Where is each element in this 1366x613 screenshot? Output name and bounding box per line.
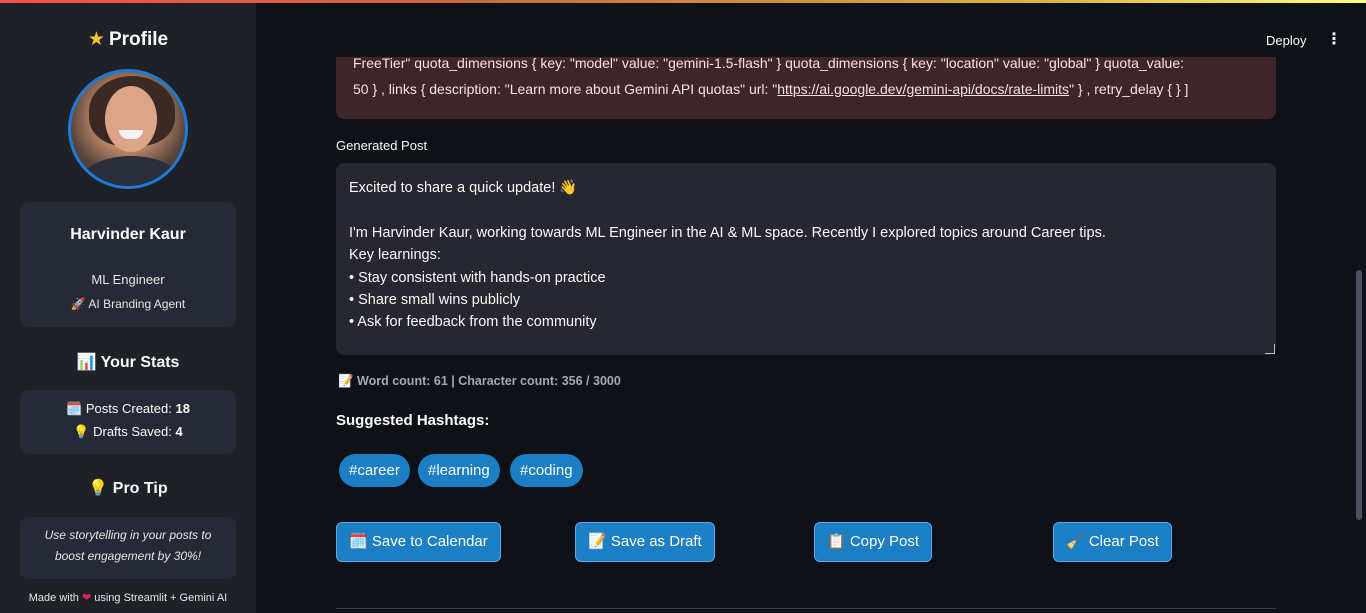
profile-role: ML Engineer: [91, 272, 165, 287]
avatar: [68, 69, 188, 189]
sidebar: ★ Profile Harvinder Kaur ML Engineer 🚀 AI…: [0, 0, 256, 613]
heart-icon: ❤: [81, 592, 92, 604]
posts-created-stat: 🗓️ Posts Created: 18: [66, 401, 190, 416]
profile-card: Harvinder Kaur ML Engineer 🚀 AI Branding…: [20, 202, 236, 327]
profile-agent-label: 🚀 AI Branding Agent: [70, 297, 186, 311]
save-as-draft-button[interactable]: 📝 Save as Draft: [575, 522, 715, 562]
pro-tip-card: Use storytelling in your posts to boost …: [20, 517, 236, 579]
deploy-button[interactable]: Deploy: [1258, 31, 1314, 50]
pro-tip-line-1: Use storytelling in your posts to: [44, 528, 212, 542]
profile-name: Harvinder Kaur: [70, 226, 186, 243]
top-decoration-bar: [0, 0, 1366, 3]
error-message: FreeTier" quota_dimensions { key: "model…: [336, 57, 1276, 119]
error-line-partial: FreeTier" quota_dimensions { key: "model…: [353, 57, 1185, 71]
resize-handle-icon[interactable]: [1265, 344, 1275, 354]
scrollbar[interactable]: [1356, 270, 1362, 520]
clear-post-button[interactable]: 🧹 Clear Post: [1053, 522, 1172, 562]
hashtag-career[interactable]: #career: [339, 454, 410, 487]
copy-post-button[interactable]: 📋 Copy Post: [814, 522, 933, 562]
hashtag-coding[interactable]: #coding: [510, 454, 583, 487]
stats-card: 🗓️ Posts Created: 18 💡 Drafts Saved: 4: [20, 390, 236, 454]
rate-limits-link[interactable]: https://ai.google.dev/gemini-api/docs/ra…: [777, 81, 1069, 97]
generated-post-textarea[interactable]: Excited to share a quick update! 👋 I'm H…: [336, 163, 1276, 355]
divider: [336, 608, 1276, 609]
generated-post-label: Generated Post: [336, 138, 428, 153]
suggested-hashtags-title: Suggested Hashtags:: [336, 412, 490, 429]
more-vertical-icon[interactable]: ⋮: [1324, 30, 1344, 50]
save-to-calendar-button[interactable]: 🗓️ Save to Calendar: [336, 522, 501, 562]
drafts-saved-stat: 💡 Drafts Saved: 4: [73, 424, 183, 439]
made-with-footer: Made with ❤ using Streamlit + Gemini AI: [28, 592, 228, 604]
error-line: 50 } , links { description: "Learn more …: [353, 81, 1189, 97]
hashtag-learning[interactable]: #learning: [418, 454, 500, 487]
star-icon: ★: [87, 29, 105, 50]
pro-tip-heading: 💡 Pro Tip: [88, 480, 168, 497]
pro-tip-line-2: boost engagement by 30%!: [54, 549, 202, 563]
sidebar-title: ★ Profile: [87, 29, 169, 50]
stats-heading: 📊 Your Stats: [76, 354, 180, 371]
word-character-count: 📝 Word count: 61 | Character count: 356 …: [338, 374, 621, 388]
